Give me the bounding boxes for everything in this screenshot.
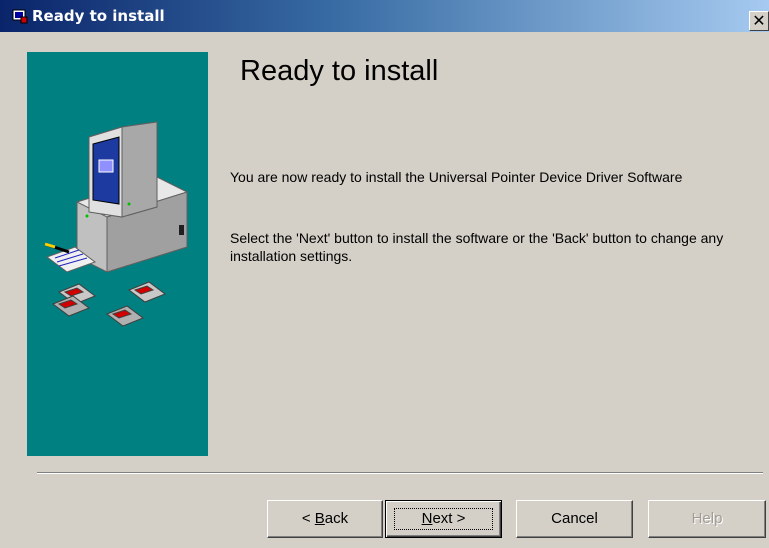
side-panel [27, 52, 208, 456]
instruction-text: Select the 'Next' button to install the … [230, 230, 724, 264]
back-prefix: < [301, 510, 315, 527]
back-accelerator: B [314, 510, 325, 527]
back-button[interactable]: < Back [267, 500, 383, 538]
cancel-button[interactable]: Cancel [516, 500, 633, 538]
close-button[interactable]: ✕ [749, 11, 769, 31]
separator [37, 472, 763, 474]
help-button[interactable]: Help [648, 500, 766, 538]
computer-with-disks-illustration [44, 121, 189, 327]
page-title: Ready to install [240, 55, 439, 87]
setup-window-icon [12, 9, 28, 24]
window-title: Ready to install [32, 7, 165, 25]
next-button[interactable]: Next > [385, 500, 502, 538]
back-label-rest: ack [324, 510, 349, 527]
intro-text: You are now ready to install the Univers… [230, 169, 683, 185]
focus-rect [394, 508, 493, 530]
title-bar[interactable]: Ready to install ✕ [0, 0, 769, 32]
